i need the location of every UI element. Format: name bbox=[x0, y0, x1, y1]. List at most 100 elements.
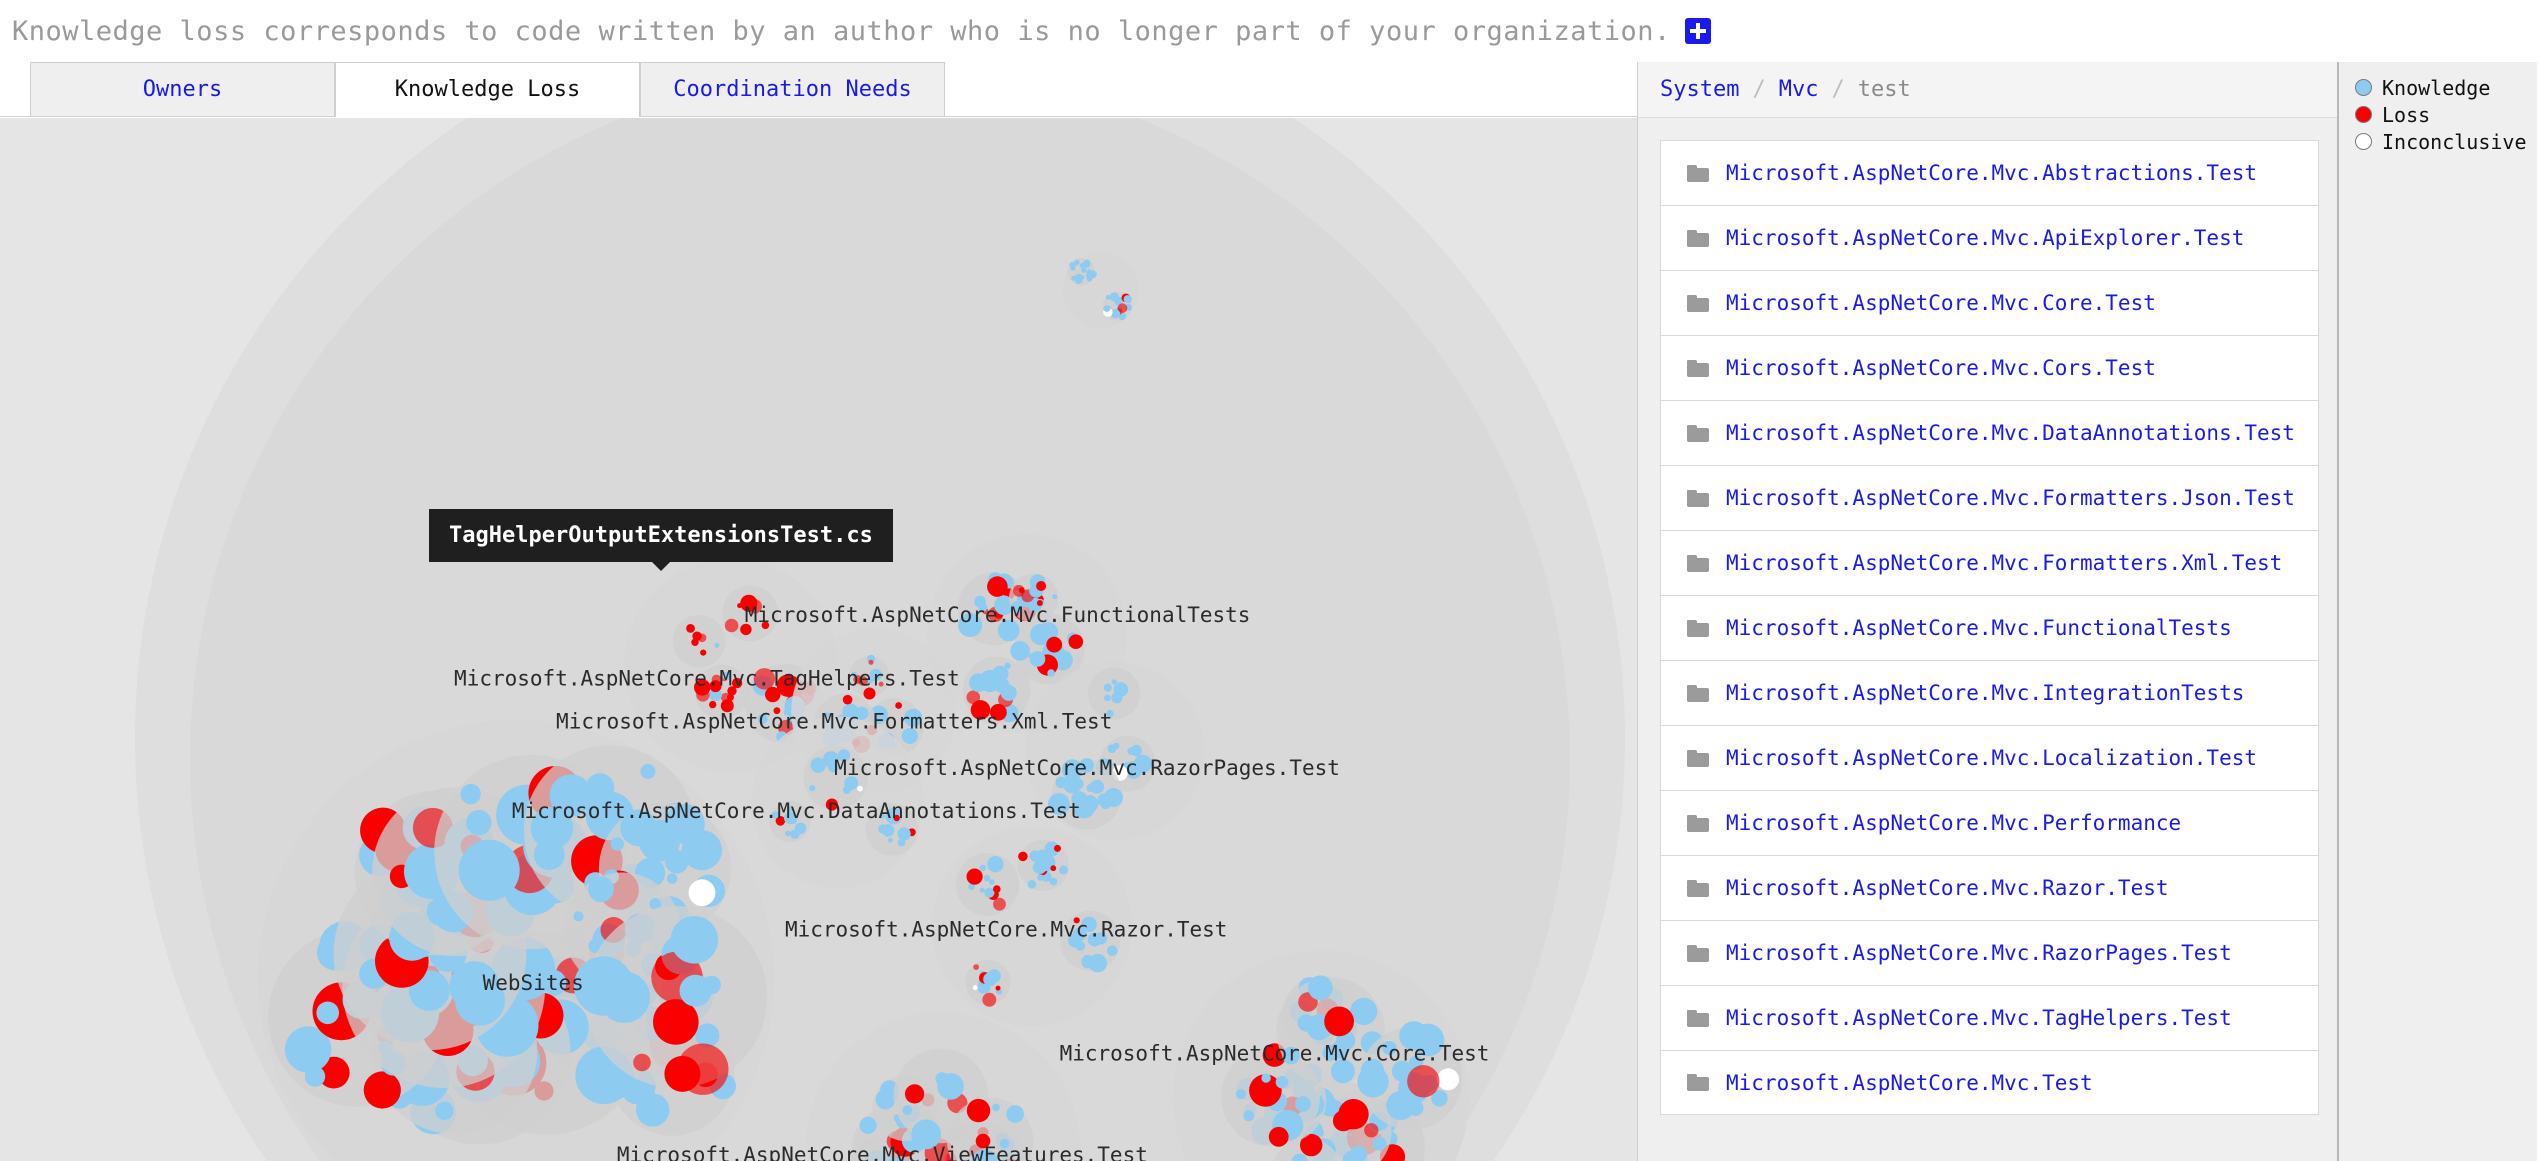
file-list-item[interactable]: Microsoft.AspNetCore.Mvc.RazorPages.Test bbox=[1660, 920, 2319, 985]
subgroup-container-circle[interactable] bbox=[672, 614, 726, 668]
leaf-node-circle[interactable] bbox=[1018, 587, 1025, 594]
leaf-node-circle[interactable] bbox=[790, 829, 800, 839]
leaf-node-circle[interactable] bbox=[709, 700, 717, 709]
leaf-node-circle[interactable] bbox=[992, 1103, 1000, 1112]
leaf-node-circle[interactable] bbox=[905, 1084, 925, 1104]
leaf-node-circle[interactable] bbox=[1068, 634, 1084, 649]
leaf-node-circle[interactable] bbox=[1036, 581, 1047, 591]
leaf-node-circle[interactable] bbox=[688, 879, 716, 907]
leaf-node-circle[interactable] bbox=[1081, 916, 1097, 932]
leaf-node-circle[interactable] bbox=[1268, 1126, 1289, 1147]
file-list-item[interactable]: Microsoft.AspNetCore.Mvc.Formatters.Xml.… bbox=[1660, 530, 2319, 595]
leaf-node-circle[interactable] bbox=[1243, 1110, 1255, 1122]
leaf-node-circle[interactable] bbox=[316, 1001, 340, 1025]
leaf-node-circle[interactable] bbox=[727, 686, 737, 696]
leaf-node-circle[interactable] bbox=[681, 830, 723, 871]
file-list-item[interactable]: Microsoft.AspNetCore.Mvc.Razor.Test bbox=[1660, 855, 2319, 920]
leaf-node-circle[interactable] bbox=[997, 619, 1020, 642]
leaf-node-circle[interactable] bbox=[902, 1105, 913, 1116]
legend-item-loss[interactable]: Loss bbox=[2355, 101, 2537, 128]
leaf-node-circle[interactable] bbox=[1330, 1059, 1355, 1084]
file-list-item[interactable]: Microsoft.AspNetCore.Mvc.DataAnnotations… bbox=[1660, 400, 2319, 465]
leaf-node-circle[interactable] bbox=[887, 837, 893, 843]
leaf-node-circle[interactable] bbox=[1113, 742, 1120, 750]
leaf-node-circle[interactable] bbox=[1117, 303, 1128, 313]
leaf-node-circle[interactable] bbox=[664, 1055, 701, 1092]
leaf-node-circle[interactable] bbox=[1072, 778, 1084, 790]
legend-item-knowledge[interactable]: Knowledge bbox=[2355, 74, 2537, 101]
leaf-node-circle[interactable] bbox=[1235, 1089, 1246, 1100]
leaf-node-circle[interactable] bbox=[435, 1101, 454, 1120]
leaf-node-circle[interactable] bbox=[697, 633, 707, 643]
leaf-node-circle[interactable] bbox=[1103, 305, 1111, 312]
leaf-node-circle[interactable] bbox=[979, 887, 985, 893]
leaf-node-circle[interactable] bbox=[1261, 1073, 1271, 1083]
leaf-node-circle[interactable] bbox=[1103, 683, 1112, 692]
leaf-node-circle[interactable] bbox=[1324, 1006, 1354, 1037]
leaf-node-circle[interactable] bbox=[1111, 679, 1117, 685]
leaf-node-circle[interactable] bbox=[1018, 851, 1028, 862]
leaf-node-circle[interactable] bbox=[995, 985, 1001, 991]
leaf-node-circle[interactable] bbox=[679, 974, 712, 1007]
leaf-node-circle[interactable] bbox=[1048, 793, 1070, 815]
leaf-node-circle[interactable] bbox=[458, 839, 520, 901]
leaf-node-circle[interactable] bbox=[573, 911, 584, 922]
leaf-node-circle[interactable] bbox=[975, 1133, 991, 1149]
leaf-node-circle[interactable] bbox=[1133, 754, 1152, 773]
leaf-node-circle[interactable] bbox=[588, 876, 614, 903]
leaf-node-circle[interactable] bbox=[1130, 744, 1142, 757]
leaf-node-circle[interactable] bbox=[666, 873, 678, 884]
leaf-node-circle[interactable] bbox=[1364, 1123, 1379, 1138]
leaf-node-circle[interactable] bbox=[740, 623, 752, 636]
leaf-node-circle[interactable] bbox=[885, 807, 903, 825]
leaf-node-circle[interactable] bbox=[1307, 975, 1333, 1001]
leaf-node-circle[interactable] bbox=[700, 649, 707, 656]
leaf-node-circle[interactable] bbox=[895, 702, 902, 709]
leaf-node-circle[interactable] bbox=[724, 618, 739, 633]
leaf-node-circle[interactable] bbox=[1006, 1105, 1024, 1123]
leaf-node-circle[interactable] bbox=[1437, 1068, 1460, 1091]
leaf-node-circle[interactable] bbox=[993, 885, 1001, 893]
file-list-item[interactable]: Microsoft.AspNetCore.Mvc.Localization.Te… bbox=[1660, 725, 2319, 790]
leaf-node-circle[interactable] bbox=[878, 681, 884, 687]
file-list-item[interactable]: Microsoft.AspNetCore.Mvc.Cors.Test bbox=[1660, 335, 2319, 400]
leaf-node-circle[interactable] bbox=[983, 875, 991, 882]
leaf-node-circle[interactable] bbox=[972, 985, 978, 991]
leaf-node-circle[interactable] bbox=[1123, 295, 1132, 304]
leaf-node-circle[interactable] bbox=[1027, 880, 1037, 889]
leaf-node-circle[interactable] bbox=[1052, 594, 1058, 600]
leaf-node-circle[interactable] bbox=[901, 728, 918, 744]
circle-packing-chart[interactable]: Microsoft.AspNetCore.Mvc.FunctionalTests… bbox=[0, 118, 1637, 1161]
file-list-item[interactable]: Microsoft.AspNetCore.Mvc.IntegrationTest… bbox=[1660, 660, 2319, 725]
leaf-node-circle[interactable] bbox=[973, 964, 979, 970]
leaf-node-circle[interactable] bbox=[904, 708, 923, 727]
leaf-node-circle[interactable] bbox=[989, 879, 995, 885]
leaf-node-circle[interactable] bbox=[1090, 779, 1105, 794]
breadcrumb-item-system[interactable]: System bbox=[1660, 77, 1739, 102]
leaf-node-circle[interactable] bbox=[1407, 1065, 1440, 1098]
leaf-node-circle[interactable] bbox=[1071, 791, 1088, 808]
leaf-node-circle[interactable] bbox=[363, 1071, 401, 1109]
leaf-node-circle[interactable] bbox=[753, 668, 776, 690]
leaf-node-circle[interactable] bbox=[1085, 273, 1091, 279]
leaf-node-circle[interactable] bbox=[844, 776, 859, 790]
leaf-node-circle[interactable] bbox=[966, 868, 983, 885]
leaf-node-circle[interactable] bbox=[1000, 684, 1017, 701]
tab-owners[interactable]: Owners bbox=[30, 62, 335, 116]
leaf-node-circle[interactable] bbox=[1046, 636, 1063, 653]
leaf-node-circle[interactable] bbox=[893, 814, 900, 822]
leaf-node-circle[interactable] bbox=[1004, 662, 1011, 669]
leaf-node-circle[interactable] bbox=[859, 1116, 877, 1134]
leaf-node-circle[interactable] bbox=[1275, 1075, 1289, 1089]
file-list-item[interactable]: Microsoft.AspNetCore.Mvc.Core.Test bbox=[1660, 270, 2319, 335]
leaf-node-circle[interactable] bbox=[809, 785, 816, 792]
leaf-node-circle[interactable] bbox=[773, 707, 781, 715]
leaf-node-circle[interactable] bbox=[788, 815, 798, 825]
leaf-node-circle[interactable] bbox=[1037, 874, 1044, 881]
leaf-node-circle[interactable] bbox=[837, 749, 851, 762]
leaf-node-circle[interactable] bbox=[825, 798, 839, 811]
leaf-node-circle[interactable] bbox=[1113, 682, 1129, 697]
leaf-node-circle[interactable] bbox=[1073, 917, 1080, 924]
leaf-node-circle[interactable] bbox=[842, 694, 853, 705]
leaf-node-circle[interactable] bbox=[982, 992, 997, 1007]
